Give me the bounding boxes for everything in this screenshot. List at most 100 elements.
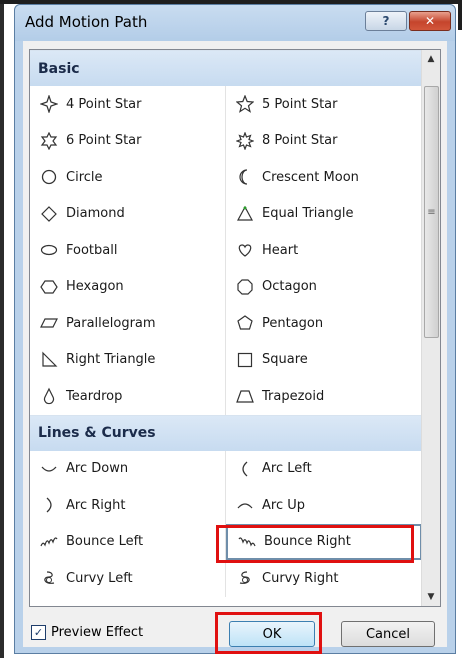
- motion-path-label: Circle: [66, 169, 103, 185]
- motion-path-label: Arc Up: [262, 497, 305, 513]
- motion-path-item-square[interactable]: Square: [226, 342, 422, 379]
- bounce-left-icon: [40, 533, 58, 551]
- motion-path-item-bounce-right[interactable]: Bounce Right: [226, 523, 422, 560]
- list-row: Hexagon Octagon: [30, 268, 422, 306]
- scroll-thumb[interactable]: ≡: [424, 86, 439, 338]
- section-header: Basic: [30, 50, 422, 86]
- curvy-left-icon: [40, 569, 58, 587]
- motion-path-label: Hexagon: [66, 279, 124, 295]
- curvy-right-icon: [236, 569, 254, 587]
- scroll-down-arrow-icon[interactable]: ▼: [422, 588, 440, 606]
- motion-path-item-octagon[interactable]: Octagon: [226, 269, 422, 306]
- star4-icon: [40, 95, 58, 114]
- motion-path-label: Arc Down: [66, 461, 129, 477]
- motion-path-item-8-point-star[interactable]: 8 Point Star: [226, 123, 422, 160]
- motion-path-list-content: Basic 4 Point Star 5 Point Star 6 Point Sta…: [30, 50, 422, 597]
- scroll-up-arrow-icon[interactable]: ▲: [422, 50, 440, 68]
- star8-icon: [236, 131, 254, 150]
- motion-path-label: Arc Left: [262, 461, 312, 477]
- list-row: Circle Crescent Moon: [30, 159, 422, 196]
- parallelogram-icon: [40, 314, 58, 332]
- list-row: 6 Point Star 8 Point Star: [30, 122, 422, 160]
- motion-path-item-arc-down[interactable]: Arc Down: [30, 450, 226, 487]
- arc-up-icon: [236, 496, 254, 514]
- motion-path-item-pentagon[interactable]: Pentagon: [226, 305, 422, 342]
- motion-path-item-crescent-moon[interactable]: Crescent Moon: [226, 159, 422, 196]
- arc-left-icon: [236, 460, 254, 478]
- cancel-button-label: Cancel: [365, 626, 411, 642]
- section-header: Lines & Curves: [30, 414, 422, 451]
- list-row: Diamond Equal Triangle: [30, 195, 422, 233]
- trapezoid-icon: [236, 387, 254, 405]
- football-icon: [40, 241, 58, 259]
- heart-icon: [236, 241, 254, 259]
- dialog-title: Add Motion Path: [25, 13, 148, 31]
- close-button[interactable]: ✕: [409, 11, 451, 31]
- motion-path-item-heart[interactable]: Heart: [226, 232, 422, 269]
- crescent-moon-icon: [236, 168, 254, 186]
- motion-path-label: Heart: [262, 242, 299, 258]
- motion-path-item-bounce-left[interactable]: Bounce Left: [30, 523, 226, 560]
- motion-path-label: Teardrop: [66, 388, 123, 404]
- motion-path-label: Crescent Moon: [262, 169, 359, 185]
- motion-path-item-hexagon[interactable]: Hexagon: [30, 268, 226, 305]
- motion-path-item-arc-up[interactable]: Arc Up: [226, 487, 422, 524]
- list-row: Teardrop Trapezoid: [30, 378, 422, 415]
- motion-path-item-right-triangle[interactable]: Right Triangle: [30, 341, 226, 378]
- motion-path-item-arc-right[interactable]: Arc Right: [30, 487, 226, 524]
- preview-effect-checkbox[interactable]: ✓ Preview Effect: [31, 625, 143, 640]
- motion-path-label: 5 Point Star: [262, 96, 338, 112]
- list-row: Bounce Left Bounce Right: [30, 523, 422, 560]
- motion-path-label: Curvy Left: [66, 570, 133, 586]
- octagon-icon: [236, 278, 254, 296]
- checkbox-check-icon[interactable]: ✓: [31, 625, 46, 640]
- list-row: Football Heart: [30, 232, 422, 269]
- motion-path-item-circle[interactable]: Circle: [30, 159, 226, 196]
- motion-path-item-teardrop[interactable]: Teardrop: [30, 378, 226, 415]
- list-row: Arc Down Arc Left: [30, 450, 422, 488]
- motion-path-item-equal-triangle[interactable]: Equal Triangle: [226, 196, 422, 233]
- dialog-body: Basic 4 Point Star 5 Point Star 6 Point Sta…: [23, 41, 447, 647]
- cancel-button[interactable]: Cancel: [341, 621, 435, 647]
- motion-path-item-curvy-right[interactable]: Curvy Right: [226, 560, 422, 597]
- list-row: Right Triangle Square: [30, 341, 422, 379]
- list-row: Curvy Left Curvy Right: [30, 560, 422, 597]
- list-row: Arc Right Arc Up: [30, 487, 422, 524]
- motion-path-item-6-point-star[interactable]: 6 Point Star: [30, 122, 226, 159]
- diamond-icon: [40, 205, 58, 223]
- title-bar: Add Motion Path ? ✕: [15, 5, 455, 41]
- motion-path-item-4-point-star[interactable]: 4 Point Star: [30, 86, 226, 123]
- motion-path-item-curvy-left[interactable]: Curvy Left: [30, 560, 226, 597]
- motion-path-label: 4 Point Star: [66, 96, 142, 112]
- bounce-right-icon: [238, 533, 256, 551]
- motion-path-label: Bounce Left: [66, 534, 144, 550]
- motion-path-label: Diamond: [66, 206, 125, 222]
- list-row: Parallelogram Pentagon: [30, 305, 422, 342]
- motion-path-item-football[interactable]: Football: [30, 232, 226, 269]
- motion-path-label: Parallelogram: [66, 315, 156, 331]
- motion-path-item-5-point-star[interactable]: 5 Point Star: [226, 86, 422, 123]
- equal-triangle-icon: [236, 205, 254, 223]
- ok-button-label: OK: [262, 626, 282, 642]
- add-motion-path-dialog: Add Motion Path ? ✕ Basic 4 Point Star 5 P…: [14, 4, 456, 654]
- motion-path-item-arc-left[interactable]: Arc Left: [226, 451, 422, 488]
- motion-path-item-parallelogram[interactable]: Parallelogram: [30, 305, 226, 342]
- motion-path-item-diamond[interactable]: Diamond: [30, 195, 226, 232]
- motion-path-label: Square: [262, 352, 308, 368]
- preview-effect-label: Preview Effect: [51, 625, 144, 640]
- motion-path-label: Octagon: [262, 279, 317, 295]
- motion-path-label: Bounce Right: [264, 534, 351, 550]
- help-button[interactable]: ?: [365, 11, 407, 31]
- ok-button[interactable]: OK: [229, 621, 315, 647]
- right-triangle-icon: [40, 351, 58, 369]
- pentagon-icon: [236, 314, 254, 332]
- arc-right-icon: [40, 496, 58, 514]
- vertical-scrollbar[interactable]: ▲ ≡ ▼: [421, 50, 440, 606]
- background-edge-right: [458, 0, 462, 30]
- motion-path-label: Right Triangle: [66, 352, 156, 368]
- motion-path-label: Trapezoid: [262, 388, 325, 404]
- motion-path-list[interactable]: Basic 4 Point Star 5 Point Star 6 Point Sta…: [29, 49, 441, 607]
- motion-path-label: 6 Point Star: [66, 133, 142, 149]
- star6-icon: [40, 131, 58, 150]
- motion-path-item-trapezoid[interactable]: Trapezoid: [226, 378, 422, 415]
